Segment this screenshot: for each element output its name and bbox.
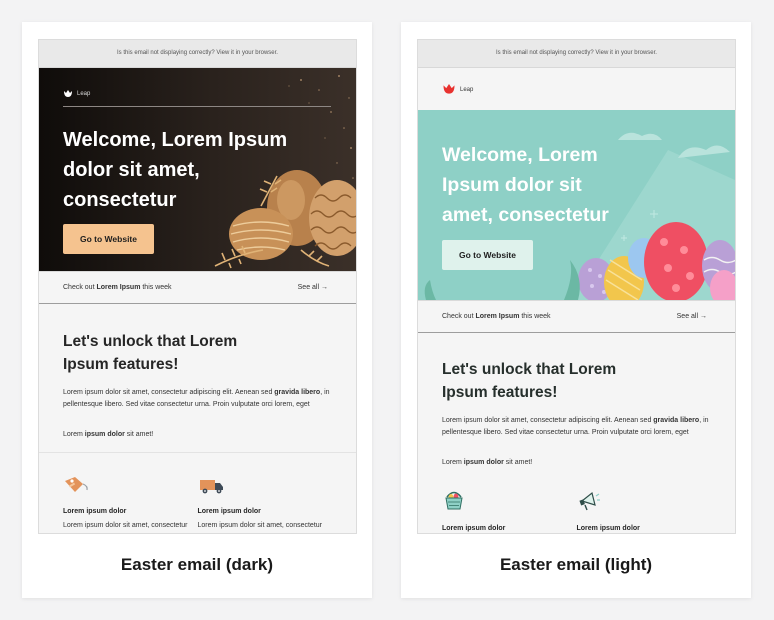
check-out-bold: Lorem Ipsum (475, 313, 520, 320)
brand-logo[interactable]: Leap (442, 84, 473, 95)
features-row: Lorem ipsum dolor Lorem ipsum dolor sit … (39, 452, 356, 533)
see-all-link[interactable]: See all → (298, 284, 328, 291)
para-text-a: Lorem ipsum dolor sit amet, consectetur … (63, 389, 275, 396)
section-title: Let's unlock that Lorem Ipsum features! (63, 333, 238, 373)
para2-suffix: sit amet! (503, 459, 533, 466)
tulip-logo-icon (442, 84, 456, 95)
view-in-browser-banner[interactable]: Is this email not displaying correctly? … (39, 40, 356, 68)
go-to-website-button[interactable]: Go to Website (442, 240, 533, 270)
hero-headline: Welcome, Lorem Ipsum dolor sit amet, con… (63, 129, 288, 211)
tulip-logo-icon (63, 90, 73, 98)
email-header: Leap (418, 68, 735, 110)
para-text-a: Lorem ipsum dolor sit amet, consectetur … (442, 417, 654, 424)
delivery-truck-icon (199, 480, 223, 494)
hero-light: Welcome, Lorem Ipsum dolor sit amet, con… (418, 110, 735, 300)
feature-item: Lorem ipsum dolor (577, 466, 712, 532)
email-preview-light: Is this email not displaying correctly? … (417, 39, 736, 534)
features-row: Lorem ipsum dolor Lorem ipsum dolor (418, 466, 735, 532)
check-out-bar: Check out Lorem Ipsum this week See all … (39, 271, 356, 304)
para-bold: gravida libero (274, 389, 321, 396)
see-all-link[interactable]: See all → (677, 313, 707, 320)
template-card-dark[interactable]: Is this email not displaying correctly? … (22, 22, 372, 598)
feature-title: Lorem ipsum dolor (576, 525, 640, 532)
brand-name: Leap (460, 86, 474, 93)
section-paragraph-2: Lorem ipsum dolor sit amet! (442, 459, 711, 466)
check-out-prefix: Check out (63, 284, 97, 291)
content-section: Let's unlock that Lorem Ipsum features! … (418, 358, 735, 466)
check-out-text: Check out Lorem Ipsum this week (442, 313, 551, 320)
feature-item: Lorem ipsum dolor Lorem ipsum dolor sit … (63, 453, 198, 533)
para2-bold: ipsum dolor (463, 459, 504, 466)
content-section: Let's unlock that Lorem Ipsum features! … (39, 330, 356, 438)
go-to-website-button[interactable]: Go to Website (63, 224, 154, 254)
brand-name: Leap (77, 91, 91, 97)
check-out-suffix: this week (519, 313, 551, 320)
check-out-prefix: Check out (442, 313, 476, 320)
email-preview-dark: Is this email not displaying correctly? … (38, 39, 357, 534)
card-caption[interactable]: Easter email (dark) (22, 555, 372, 575)
hero-divider (63, 106, 331, 107)
feature-title: Lorem ipsum dolor (63, 508, 127, 515)
megaphone-icon (578, 491, 600, 511)
feature-description: Lorem ipsum dolor sit amet, consectetur … (197, 522, 323, 529)
feature-title: Lorem ipsum dolor (197, 508, 261, 515)
feature-description: Lorem ipsum dolor sit amet, consectetur … (63, 522, 188, 529)
hero-dark: Leap Welcome, Lorem Ipsum dolor sit amet… (39, 68, 356, 271)
para2-suffix: sit amet! (124, 431, 154, 438)
view-in-browser-banner[interactable]: Is this email not displaying correctly? … (418, 40, 735, 68)
check-out-text: Check out Lorem Ipsum this week (63, 284, 172, 291)
para2-bold: ipsum dolor (84, 431, 125, 438)
section-paragraph: Lorem ipsum dolor sit amet, consectetur … (63, 387, 332, 411)
check-out-bar: Check out Lorem Ipsum this week See all … (418, 300, 735, 333)
para2-prefix: Lorem (63, 431, 85, 438)
check-out-bold: Lorem Ipsum (96, 284, 141, 291)
section-title: Let's unlock that Lorem Ipsum features! (442, 361, 617, 401)
easter-basket-icon (445, 491, 463, 510)
hero-headline: Welcome, Lorem Ipsum dolor sit amet, con… (442, 144, 609, 226)
feature-item: Lorem ipsum dolor Lorem ipsum dolor sit … (197, 453, 333, 533)
tag-icon (65, 477, 88, 492)
brand-logo[interactable]: Leap (63, 90, 90, 98)
template-card-light[interactable]: Is this email not displaying correctly? … (401, 22, 751, 598)
section-paragraph: Lorem ipsum dolor sit amet, consectetur … (442, 415, 711, 439)
para2-prefix: Lorem (442, 459, 464, 466)
check-out-suffix: this week (140, 284, 172, 291)
card-caption[interactable]: Easter email (light) (401, 555, 751, 575)
feature-item: Lorem ipsum dolor (442, 466, 577, 532)
section-paragraph-2: Lorem ipsum dolor sit amet! (63, 431, 332, 438)
para-bold: gravida libero (653, 417, 700, 424)
feature-title: Lorem ipsum dolor (442, 525, 506, 532)
